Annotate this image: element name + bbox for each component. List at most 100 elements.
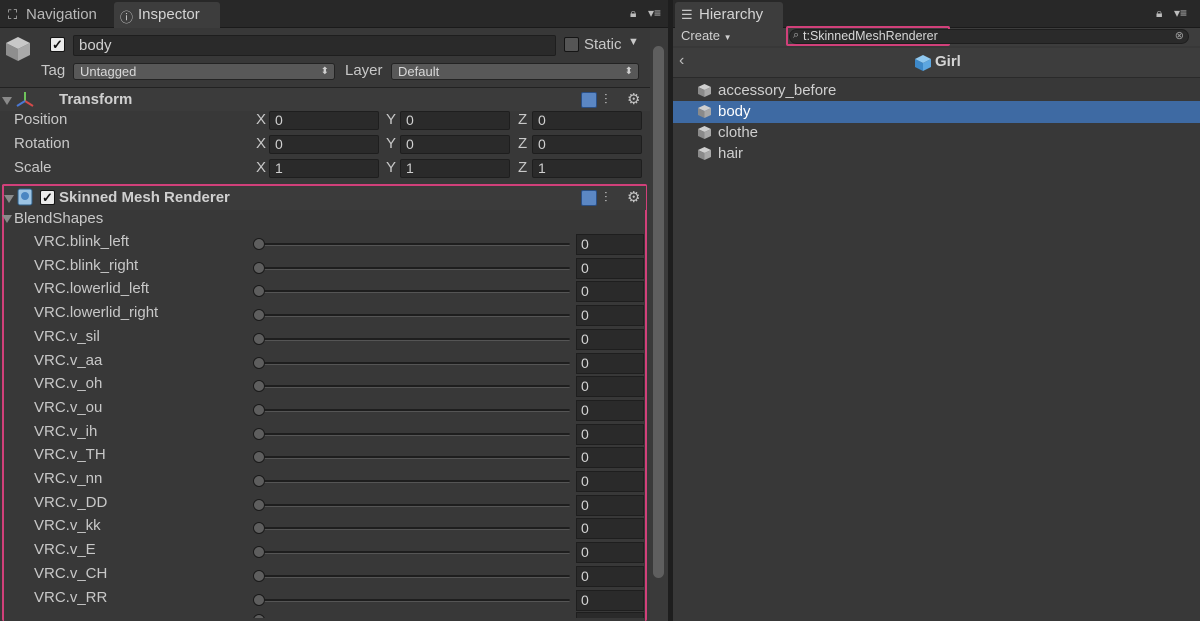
blendshape-slider-track[interactable] — [256, 504, 570, 507]
rotation-z-field[interactable]: 0 — [532, 135, 642, 154]
blendshape-slider-thumb[interactable] — [253, 238, 265, 250]
blendshape-value-field[interactable]: 0 — [576, 447, 644, 468]
gameobject-active-checkbox[interactable]: ✓ — [50, 37, 65, 52]
panel-menu-icon[interactable]: ▾≡ — [648, 6, 661, 20]
blendshape-value-field[interactable]: 0 — [576, 590, 644, 611]
blendshape-slider-track[interactable] — [256, 267, 570, 270]
layer-dropdown[interactable]: Default ⬍ — [391, 63, 639, 80]
blendshape-slider-track[interactable] — [256, 290, 570, 293]
blendshape-row: VRC.v_nn 0 — [0, 470, 650, 492]
rotation-y-field[interactable]: 0 — [400, 135, 510, 154]
help-book-icon[interactable] — [581, 92, 597, 108]
blendshapes-foldout-arrow-icon[interactable] — [2, 215, 12, 223]
blendshape-slider-track[interactable] — [256, 385, 570, 388]
skinned-mesh-renderer-enabled-checkbox[interactable]: ✓ — [40, 190, 55, 205]
blendshape-value-field[interactable]: 0 — [576, 329, 644, 350]
blendshape-slider-track[interactable] — [256, 409, 570, 412]
blendshape-slider-track[interactable] — [256, 362, 570, 365]
scale-x-field[interactable]: 1 — [269, 159, 379, 178]
blendshape-slider-track[interactable] — [256, 456, 570, 459]
blendshape-slider-thumb[interactable] — [253, 522, 265, 534]
scale-y-field[interactable]: 1 — [400, 159, 510, 178]
tag-dropdown[interactable]: Untagged ⬍ — [73, 63, 335, 80]
position-y-field[interactable]: 0 — [400, 111, 510, 130]
gameobject-name-field[interactable]: body — [73, 35, 556, 56]
blendshape-value-field[interactable]: 0 — [576, 305, 644, 326]
blendshape-slider-track[interactable] — [256, 551, 570, 554]
blendshape-value-field[interactable]: 0 — [576, 518, 644, 539]
gameobject-cube-icon — [6, 37, 30, 61]
hierarchy-item[interactable]: accessory_before — [673, 80, 1200, 102]
hierarchy-item[interactable]: hair — [673, 143, 1200, 165]
blendshape-slider-thumb[interactable] — [253, 546, 265, 558]
blendshape-value-field[interactable]: 0 — [576, 376, 644, 397]
blendshape-slider-thumb[interactable] — [253, 309, 265, 321]
scale-z-field[interactable]: 1 — [532, 159, 642, 178]
back-chevron-icon[interactable]: ‹ — [679, 52, 684, 70]
foldout-arrow-icon[interactable] — [2, 97, 12, 105]
blendshape-slider-thumb[interactable] — [253, 570, 265, 582]
rotation-x-field[interactable]: 0 — [269, 135, 379, 154]
help-book-icon[interactable] — [581, 190, 597, 206]
blendshape-slider-thumb[interactable] — [253, 333, 265, 345]
blendshape-slider-thumb[interactable] — [253, 594, 265, 606]
create-dropdown[interactable]: Create ▼ — [681, 28, 741, 45]
panel-menu-icon[interactable]: ▾≡ — [1174, 6, 1187, 20]
blendshape-slider-thumb[interactable] — [253, 357, 265, 369]
transform-component-header[interactable]: Transform ⫶ ⚙ — [0, 87, 650, 111]
blendshape-slider-thumb[interactable] — [253, 285, 265, 297]
blendshape-value-field[interactable]: 0 — [576, 353, 644, 374]
blendshape-slider-thumb[interactable] — [253, 499, 265, 511]
preset-sliders-icon[interactable]: ⫶ — [604, 91, 608, 108]
blendshape-slider-track[interactable] — [256, 338, 570, 341]
preset-sliders-icon[interactable]: ⫶ — [604, 189, 608, 206]
gameobject-cube-icon — [698, 105, 711, 118]
blendshape-value-field[interactable]: 0 — [576, 400, 644, 421]
blendshape-name: VRC.v_RR — [34, 589, 108, 606]
blendshape-slider-thumb[interactable] — [253, 262, 265, 274]
position-z-field[interactable]: 0 — [532, 111, 642, 130]
blendshape-value-field[interactable]: 0 — [576, 542, 644, 563]
blendshape-slider-track[interactable] — [256, 527, 570, 530]
blendshape-row: VRC.blink_right 0 — [0, 257, 650, 279]
blendshapes-label: BlendShapes — [14, 210, 104, 227]
blendshape-slider-track[interactable] — [256, 243, 570, 246]
hierarchy-item[interactable]: clothe — [673, 122, 1200, 144]
blendshape-slider-thumb[interactable] — [253, 404, 265, 416]
inspector-scrollbar[interactable] — [650, 28, 668, 621]
blendshape-value-field[interactable]: 0 — [576, 424, 644, 445]
lock-icon[interactable]: 🔒︎ — [630, 6, 636, 21]
blendshape-slider-thumb[interactable] — [253, 451, 265, 463]
blendshape-value-field[interactable] — [576, 612, 644, 618]
search-input[interactable]: ⌕ t:SkinnedMeshRenderer ⊗ — [789, 29, 1189, 44]
blendshape-value-field[interactable]: 0 — [576, 566, 644, 587]
tab-hierarchy[interactable]: ☰ Hierarchy — [675, 2, 783, 28]
lock-icon[interactable]: 🔒︎ — [1156, 6, 1162, 21]
blendshape-value-field[interactable]: 0 — [576, 495, 644, 516]
blendshape-value-field[interactable]: 0 — [576, 258, 644, 279]
gear-icon[interactable]: ⚙ — [627, 90, 640, 108]
blendshape-value-field[interactable]: 0 — [576, 234, 644, 255]
static-checkbox[interactable] — [564, 37, 579, 52]
skinned-mesh-renderer-header[interactable]: ✓ Skinned Mesh Renderer ⫶ ⚙ — [4, 186, 646, 210]
blendshape-slider-track[interactable] — [256, 433, 570, 436]
blendshape-slider-thumb[interactable] — [253, 614, 265, 618]
blendshape-value-field[interactable]: 0 — [576, 281, 644, 302]
clear-search-icon[interactable]: ⊗ — [1175, 29, 1184, 42]
blendshape-slider-thumb[interactable] — [253, 428, 265, 440]
blendshape-slider-track[interactable] — [256, 599, 570, 602]
blendshape-slider-track[interactable] — [256, 575, 570, 578]
gear-icon[interactable]: ⚙ — [627, 188, 640, 206]
hierarchy-item[interactable]: body — [673, 101, 1200, 123]
tab-navigation[interactable]: ⛶ Navigation — [2, 2, 110, 28]
position-x-field[interactable]: 0 — [269, 111, 379, 130]
blendshape-slider-track[interactable] — [256, 480, 570, 483]
blendshape-slider-thumb[interactable] — [253, 475, 265, 487]
blendshape-value-field[interactable]: 0 — [576, 471, 644, 492]
tab-inspector[interactable]: ⓘ Inspector — [114, 2, 220, 28]
scrollbar-thumb[interactable] — [653, 46, 664, 578]
foldout-arrow-icon[interactable] — [4, 195, 14, 203]
static-dropdown-arrow-icon[interactable]: ▼ — [628, 36, 639, 48]
blendshape-slider-thumb[interactable] — [253, 380, 265, 392]
blendshape-slider-track[interactable] — [256, 314, 570, 317]
